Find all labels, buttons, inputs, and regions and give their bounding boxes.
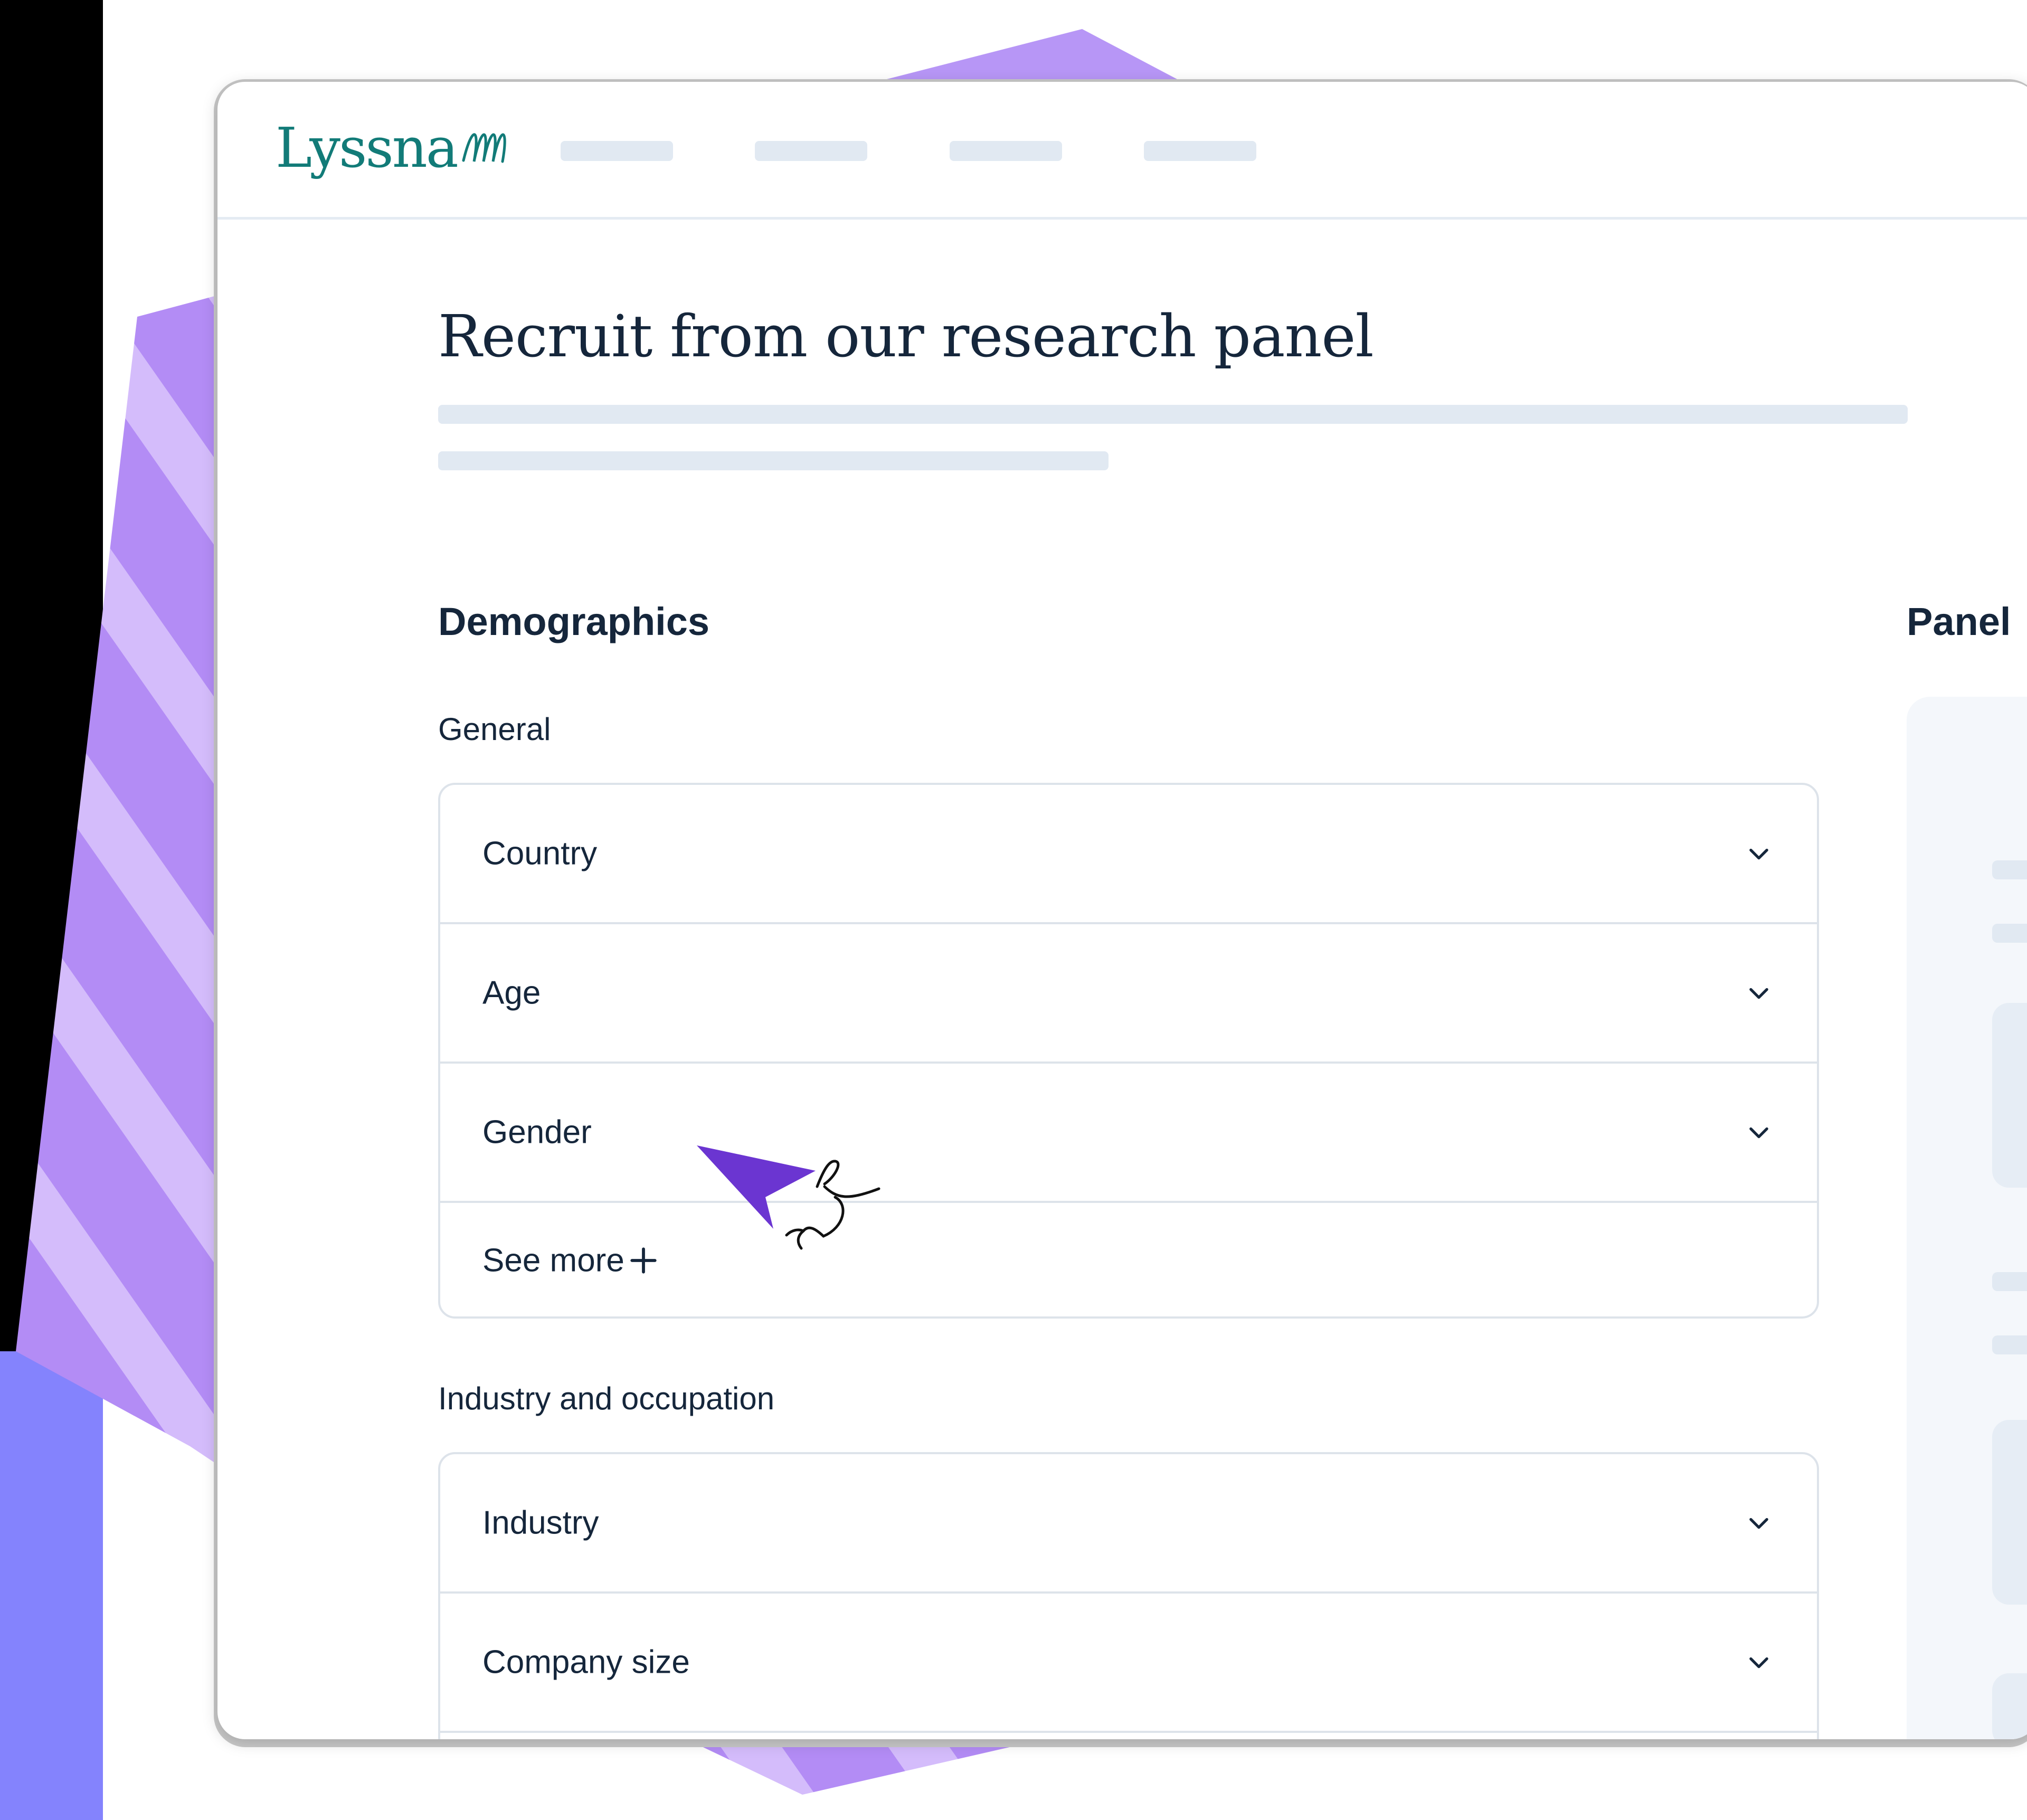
demographics-heading: Demographics	[438, 600, 710, 643]
filter-row-industry[interactable]: Industry	[440, 1454, 1817, 1594]
panel-placeholder-line	[1992, 860, 2027, 879]
general-filters-card: Country Age Gender See more	[438, 783, 1819, 1319]
general-group-label: General	[438, 712, 551, 747]
nav-item-placeholder-4[interactable]	[1144, 141, 1256, 161]
nav-item-placeholder-1[interactable]	[561, 141, 673, 161]
panel-placeholder-block	[1992, 1003, 2027, 1188]
see-more-button[interactable]: See more	[440, 1203, 1817, 1318]
filter-row-company-size[interactable]: Company size	[440, 1594, 1817, 1733]
industry-occupation-group-label: Industry and occupation	[438, 1381, 775, 1416]
panel-heading: Panel	[1907, 600, 2011, 643]
filter-row-age[interactable]: Age	[440, 924, 1817, 1064]
filter-label: Company size	[482, 1644, 690, 1681]
chevron-down-icon	[1749, 1518, 1768, 1529]
logo-squiggle-icon	[462, 133, 506, 163]
panel-placeholder-block	[1992, 1420, 2027, 1605]
filter-label: Age	[482, 974, 541, 1011]
panel-placeholder-button[interactable]	[1992, 1673, 2027, 1739]
see-more-label: See more	[482, 1242, 624, 1279]
chevron-down-icon	[1749, 1127, 1768, 1139]
filter-label: Gender	[482, 1114, 592, 1151]
panel-placeholder-line	[1992, 1272, 2027, 1291]
description-placeholder-line-1	[438, 405, 1908, 424]
top-navigation-bar: Lyssna	[217, 82, 2027, 220]
panel-placeholder-line	[1992, 1335, 2027, 1354]
page-title: Recruit from our research panel	[438, 302, 1374, 370]
lyssna-logo[interactable]: Lyssna	[276, 113, 518, 182]
nav-item-placeholder-3[interactable]	[950, 141, 1062, 161]
logo-wordmark: Lyssna	[276, 116, 459, 180]
nav-item-placeholder-2[interactable]	[755, 141, 867, 161]
description-placeholder-line-2	[438, 451, 1109, 470]
chevron-down-icon	[1749, 1657, 1768, 1669]
panel-placeholder-line	[1992, 924, 2027, 943]
filter-row-gender[interactable]: Gender	[440, 1064, 1817, 1203]
filter-label: Country	[482, 835, 598, 872]
industry-filters-card: Industry Company size	[438, 1452, 1819, 1739]
filter-label: Industry	[482, 1504, 599, 1541]
chevron-down-icon	[1749, 988, 1768, 999]
cursor-arrow-icon	[697, 1145, 880, 1250]
chevron-down-icon	[1749, 848, 1768, 860]
app-window: Lyssna Recruit from our research panel D…	[217, 82, 2027, 1739]
plus-icon	[630, 1247, 657, 1274]
filter-row-country[interactable]: Country	[440, 785, 1817, 924]
panel-summary-card	[1907, 697, 2027, 1739]
